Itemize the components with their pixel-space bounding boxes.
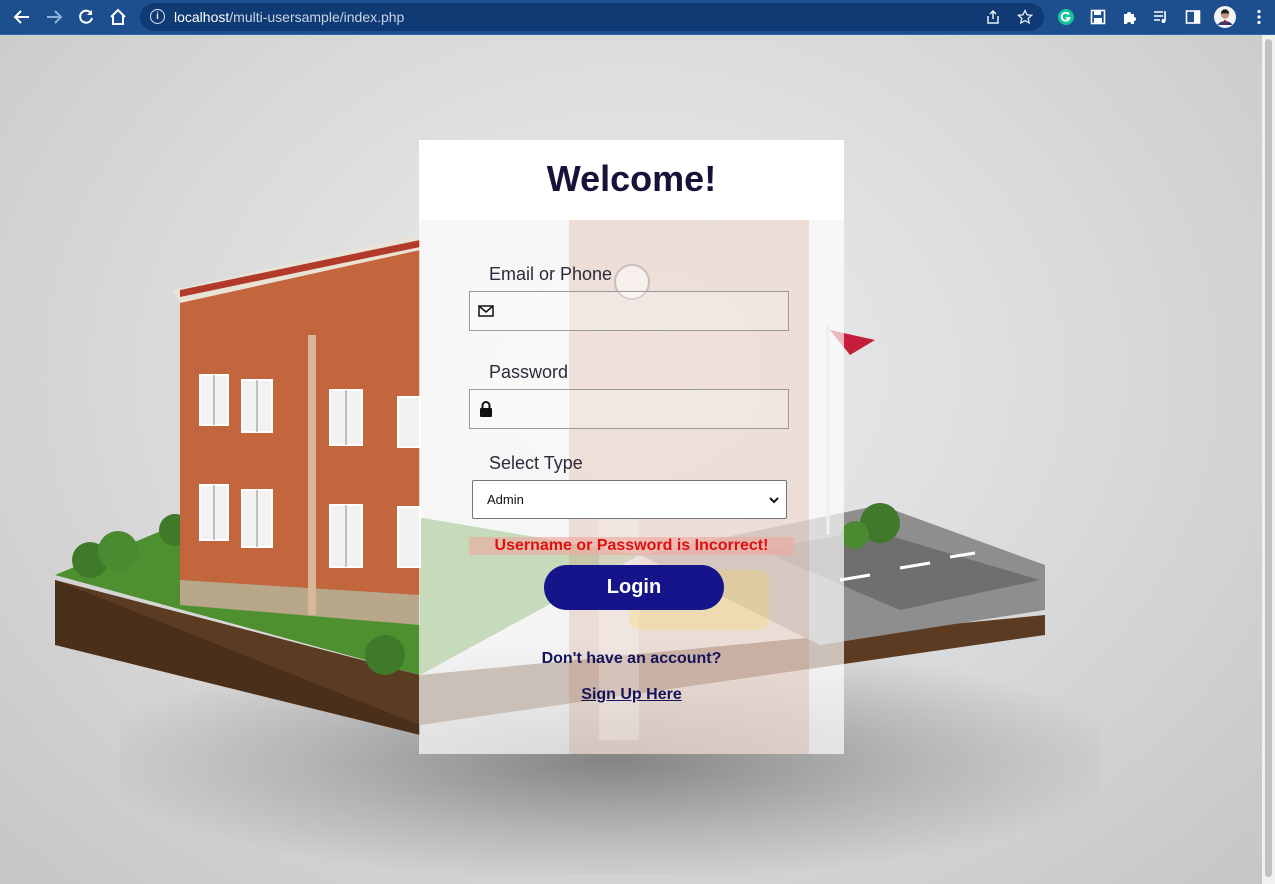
page-scrollbar[interactable] (1262, 35, 1275, 884)
side-panel-icon (1185, 10, 1201, 24)
info-icon[interactable]: i (150, 9, 165, 24)
browser-toolbar: i localhost/multi-usersample/index.php (0, 0, 1275, 35)
user-type-selected: Admin (487, 492, 524, 507)
extensions-button[interactable] (1119, 6, 1141, 28)
address-url[interactable]: localhost/multi-usersample/index.php (174, 9, 404, 25)
bookmark-button[interactable] (1015, 7, 1035, 27)
login-button[interactable]: Login (544, 565, 724, 610)
chevron-down-icon (769, 497, 779, 504)
url-path: /multi-usersample/index.php (229, 9, 405, 25)
lock-icon (480, 401, 492, 417)
grammarly-extension[interactable] (1055, 6, 1077, 28)
menu-button[interactable] (1248, 6, 1270, 28)
media-queue-icon (1154, 11, 1166, 23)
address-bar[interactable]: i localhost/multi-usersample/index.php (140, 3, 1044, 31)
floppy-icon (1090, 9, 1106, 25)
password-input[interactable] (498, 390, 790, 430)
share-button[interactable] (983, 7, 1003, 27)
forward-button[interactable] (42, 5, 66, 29)
url-host: localhost (174, 9, 230, 25)
page-title: Welcome! (546, 158, 717, 199)
profile-button[interactable] (1214, 6, 1236, 28)
password-field[interactable] (469, 389, 790, 430)
login-form: Email or Phone Password Select Type Admi… (419, 220, 844, 754)
email-field[interactable] (469, 291, 790, 332)
back-button[interactable] (10, 5, 34, 29)
login-card: Welcome! Email or Phone Password Select … (419, 140, 844, 754)
signup-link[interactable]: Sign Up Here (419, 686, 844, 704)
side-panel-button[interactable] (1182, 6, 1204, 28)
avatar (1214, 6, 1236, 28)
home-icon (110, 8, 126, 25)
arrow-left-icon (13, 10, 29, 24)
grammarly-icon (1058, 9, 1074, 25)
email-label: Email or Phone (489, 264, 613, 284)
envelope-icon (478, 305, 494, 317)
scrollbar-thumb[interactable] (1265, 39, 1272, 877)
password-label: Password (489, 362, 569, 382)
reload-icon (79, 9, 93, 24)
save-extension[interactable] (1087, 6, 1109, 28)
email-input[interactable] (498, 292, 790, 332)
media-button[interactable] (1150, 6, 1172, 28)
login-card-header: Welcome! (419, 140, 844, 220)
puzzle-icon (1124, 12, 1136, 24)
signup-prompt: Don't have an account? (541, 650, 722, 667)
arrow-right-icon (47, 10, 63, 24)
share-icon (987, 9, 999, 24)
error-message: Username or Password is Incorrect! (469, 537, 794, 555)
kebab-menu-icon (1257, 9, 1261, 25)
reload-button[interactable] (74, 5, 98, 29)
star-icon (1017, 9, 1033, 25)
type-label: Select Type (489, 453, 583, 473)
user-type-select[interactable]: Admin (472, 480, 787, 519)
home-button[interactable] (106, 5, 130, 29)
